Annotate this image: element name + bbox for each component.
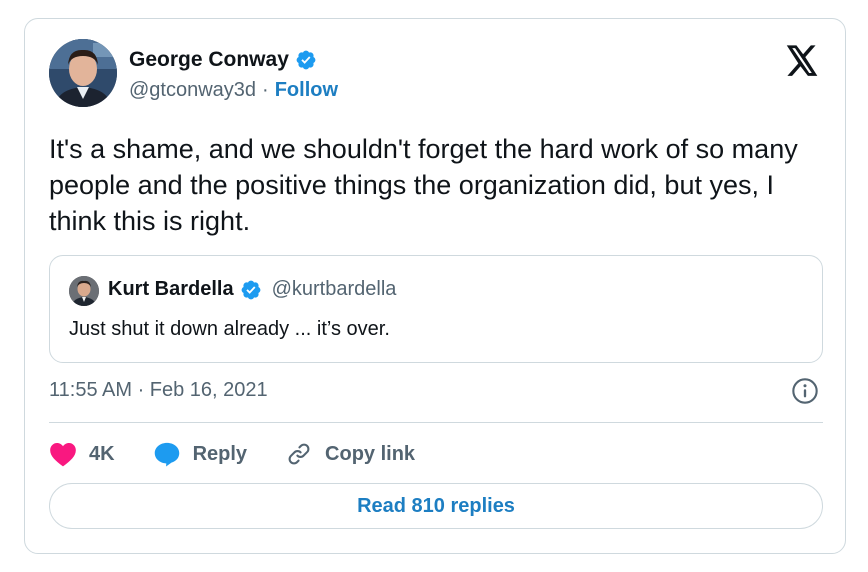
info-icon[interactable] bbox=[791, 377, 819, 405]
author-handle-row: @gtconway3d · Follow bbox=[129, 79, 338, 102]
quoted-tweet-text: Just shut it down already ... it’s over. bbox=[69, 318, 390, 340]
x-logo-icon[interactable] bbox=[785, 45, 819, 77]
like-button[interactable]: 4K bbox=[49, 441, 115, 467]
actions-divider bbox=[49, 422, 823, 423]
quoted-author-avatar-image bbox=[69, 276, 99, 306]
quoted-author-avatar[interactable] bbox=[69, 276, 99, 306]
quoted-author-name: Kurt Bardella bbox=[108, 278, 234, 300]
link-icon bbox=[288, 443, 310, 465]
verified-badge-icon bbox=[296, 50, 316, 70]
tweet-card: George Conway @gtconway3d · Follow It's … bbox=[24, 18, 846, 554]
tweet-timestamp[interactable]: 11:55 AM · Feb 16, 2021 bbox=[49, 379, 268, 402]
quoted-header: Kurt Bardella @kurtbardella bbox=[108, 278, 396, 301]
copy-link-label: Copy link bbox=[325, 442, 416, 465]
verified-badge-icon bbox=[241, 280, 260, 299]
reply-label: Reply bbox=[192, 442, 248, 465]
speech-bubble-icon bbox=[154, 442, 179, 467]
author-avatar[interactable] bbox=[49, 39, 117, 107]
follow-button[interactable]: Follow bbox=[275, 79, 338, 102]
tweet-actions: 4K Reply Copy link bbox=[49, 437, 453, 471]
quoted-author-handle: @kurtbardella bbox=[271, 278, 397, 300]
author-name[interactable]: George Conway bbox=[129, 48, 289, 72]
author-name-row: George Conway bbox=[129, 48, 317, 72]
quoted-tweet[interactable]: Kurt Bardella @kurtbardella Just shut it… bbox=[49, 255, 823, 363]
read-replies-button[interactable]: Read 810 replies bbox=[49, 483, 823, 529]
copy-link-button[interactable]: Copy link bbox=[285, 441, 415, 467]
author-handle[interactable]: @gtconway3d bbox=[129, 79, 256, 102]
handle-separator: · bbox=[262, 79, 269, 101]
heart-icon bbox=[50, 443, 76, 467]
tweet-text: It's a shame, and we shouldn't forget th… bbox=[49, 134, 798, 236]
author-avatar-image bbox=[49, 39, 117, 107]
like-count: 4K bbox=[89, 442, 115, 465]
reply-button[interactable]: Reply bbox=[153, 441, 247, 467]
